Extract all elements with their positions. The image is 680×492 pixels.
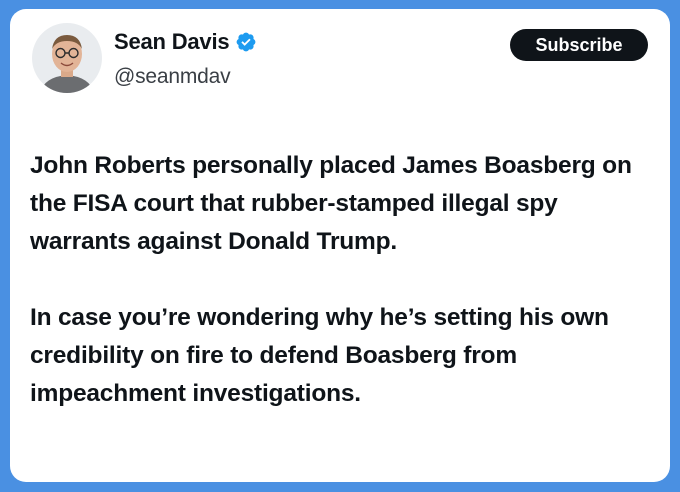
- post-paragraph: In case you’re wondering why he’s settin…: [30, 304, 609, 407]
- author-name[interactable]: Sean Davis: [114, 29, 230, 55]
- post-paragraph: John Roberts personally placed James Boa…: [30, 152, 632, 255]
- post-text: John Roberts personally placed James Boa…: [30, 147, 660, 413]
- post-card: Sean Davis @seanmdav Subscribe John Robe…: [10, 9, 670, 482]
- subscribe-button[interactable]: Subscribe: [510, 29, 648, 61]
- verified-badge-icon: [235, 31, 257, 53]
- avatar-image: [32, 23, 102, 93]
- author-row: Sean Davis: [114, 29, 257, 55]
- author-handle[interactable]: @seanmdav: [114, 65, 231, 89]
- avatar[interactable]: [32, 23, 102, 93]
